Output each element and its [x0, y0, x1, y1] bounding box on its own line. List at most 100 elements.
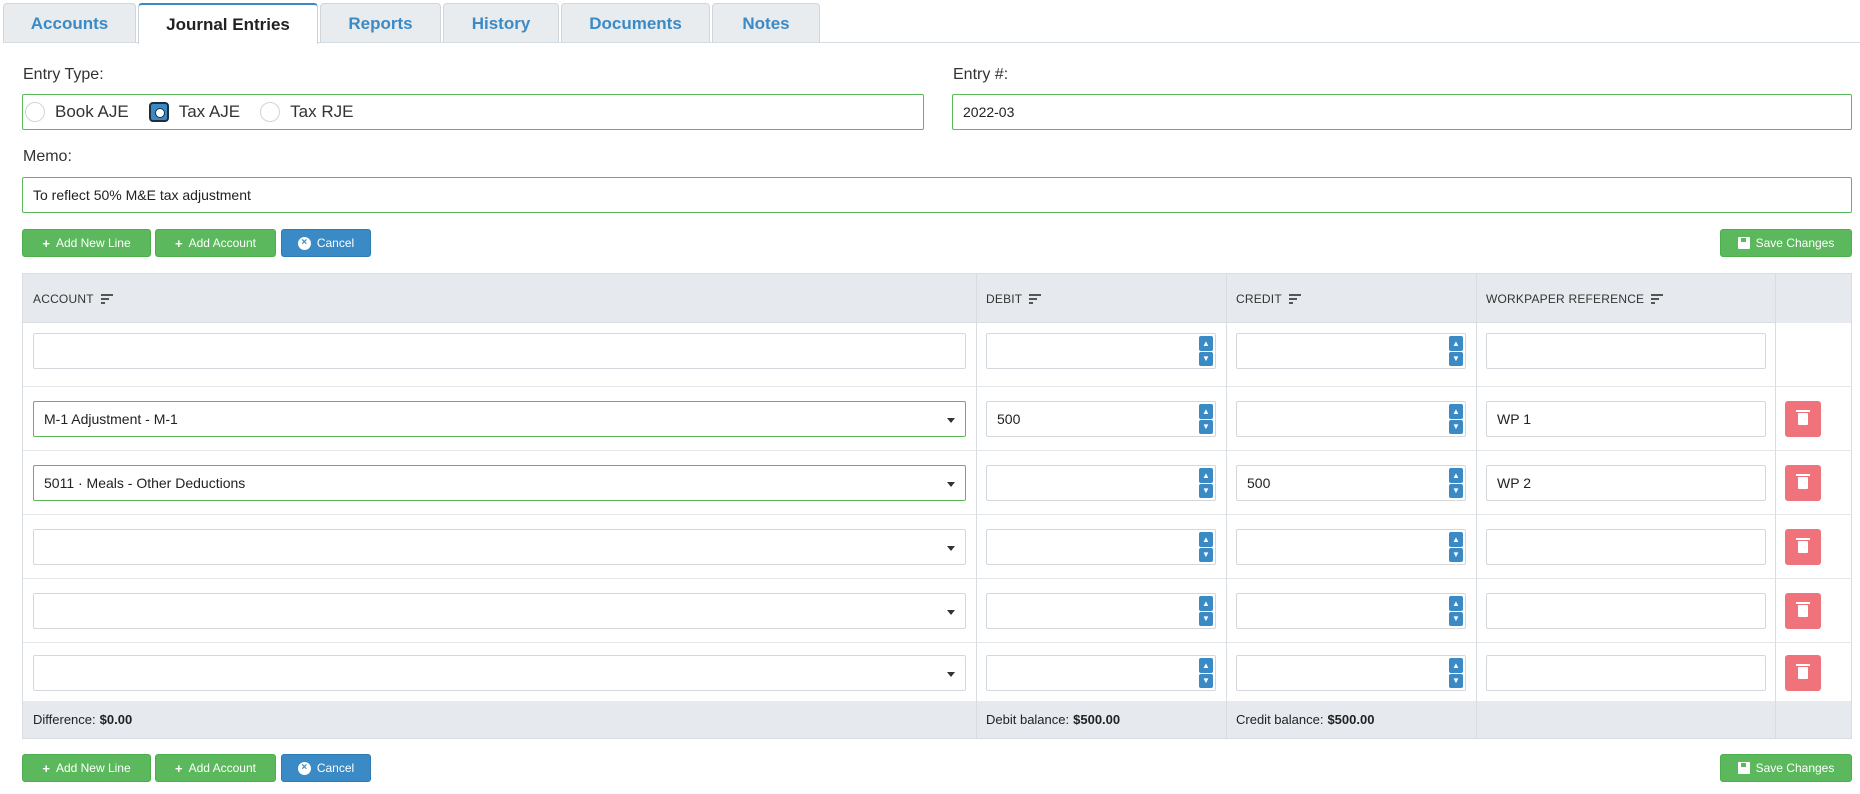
- col-debit-header[interactable]: DEBIT: [986, 274, 1042, 323]
- delete-row-button[interactable]: [1785, 465, 1821, 501]
- debit-input[interactable]: ▲ ▼: [986, 465, 1216, 501]
- sort-icon[interactable]: [100, 294, 113, 304]
- tab-history[interactable]: History: [443, 3, 559, 43]
- debit-filter-input[interactable]: ▲ ▼: [986, 333, 1216, 369]
- number-spinner[interactable]: ▲ ▼: [1449, 468, 1463, 498]
- chevron-up-icon[interactable]: ▲: [1199, 404, 1213, 419]
- credit-input[interactable]: ▲ ▼: [1236, 529, 1466, 565]
- chevron-down-icon[interactable]: ▼: [1449, 611, 1463, 626]
- radio-tax-aje[interactable]: Tax AJE: [148, 102, 240, 122]
- number-spinner[interactable]: ▲ ▼: [1199, 336, 1213, 366]
- credit-input[interactable]: ▲ ▼: [1236, 655, 1466, 691]
- account-select[interactable]: [33, 593, 966, 629]
- chevron-up-icon[interactable]: ▲: [1449, 596, 1463, 611]
- sort-icon[interactable]: [1651, 294, 1664, 304]
- account-select[interactable]: [33, 655, 966, 691]
- delete-row-button[interactable]: [1785, 401, 1821, 437]
- chevron-down-icon[interactable]: ▼: [1199, 483, 1213, 498]
- number-spinner[interactable]: ▲ ▼: [1449, 532, 1463, 562]
- radio-tax-rje[interactable]: Tax RJE: [260, 102, 353, 122]
- chevron-down-icon[interactable]: ▼: [1199, 611, 1213, 626]
- credit-filter-input[interactable]: ▲ ▼: [1236, 333, 1466, 369]
- number-spinner[interactable]: ▲ ▼: [1449, 336, 1463, 366]
- credit-input[interactable]: ▲ ▼: [1236, 401, 1466, 437]
- chevron-up-icon[interactable]: ▲: [1199, 658, 1213, 673]
- cancel-button-bottom[interactable]: × Cancel: [281, 754, 371, 782]
- radio-circle-tax-aje[interactable]: [148, 102, 169, 122]
- account-filter-input[interactable]: [33, 333, 966, 369]
- chevron-down-icon[interactable]: ▼: [1449, 351, 1463, 366]
- cancel-button[interactable]: × Cancel: [281, 229, 371, 257]
- chevron-up-icon[interactable]: ▲: [1449, 658, 1463, 673]
- chevron-down-icon[interactable]: ▼: [1199, 547, 1213, 562]
- add-new-line-button-bottom[interactable]: + Add New Line: [22, 754, 151, 782]
- col-account-header[interactable]: ACCOUNT: [33, 274, 113, 323]
- chevron-down-icon[interactable]: ▼: [1449, 673, 1463, 688]
- credit-input[interactable]: ▲ ▼: [1236, 593, 1466, 629]
- credit-input[interactable]: 500 ▲ ▼: [1236, 465, 1466, 501]
- chevron-up-icon[interactable]: ▲: [1449, 468, 1463, 483]
- add-new-line-button[interactable]: + Add New Line: [22, 229, 151, 257]
- tab-notes[interactable]: Notes: [712, 3, 820, 43]
- chevron-up-icon[interactable]: ▲: [1449, 336, 1463, 351]
- chevron-down-icon[interactable]: ▼: [1449, 483, 1463, 498]
- tab-reports[interactable]: Reports: [320, 3, 441, 43]
- number-spinner[interactable]: ▲ ▼: [1199, 596, 1213, 626]
- account-select[interactable]: 5011 · Meals - Other Deductions: [33, 465, 966, 501]
- debit-input[interactable]: ▲ ▼: [986, 529, 1216, 565]
- save-changes-button-bottom[interactable]: Save Changes: [1720, 754, 1852, 782]
- account-select[interactable]: [33, 529, 966, 565]
- tab-documents[interactable]: Documents: [561, 3, 710, 43]
- delete-row-button[interactable]: [1785, 655, 1821, 691]
- workpaper-input[interactable]: [1486, 593, 1766, 629]
- chevron-up-icon[interactable]: ▲: [1199, 336, 1213, 351]
- add-account-button-bottom[interactable]: + Add Account: [155, 754, 276, 782]
- workpaper-input[interactable]: WP 2: [1486, 465, 1766, 501]
- number-spinner[interactable]: ▲ ▼: [1449, 596, 1463, 626]
- delete-row-button[interactable]: [1785, 529, 1821, 565]
- sort-icon[interactable]: [1288, 294, 1301, 304]
- sort-icon[interactable]: [1029, 294, 1042, 304]
- chevron-up-icon[interactable]: ▲: [1199, 596, 1213, 611]
- debit-input[interactable]: 500 ▲ ▼: [986, 401, 1216, 437]
- tab-accounts[interactable]: Accounts: [3, 3, 136, 43]
- memo-field[interactable]: To reflect 50% M&E tax adjustment: [22, 177, 1852, 213]
- debit-input[interactable]: ▲ ▼: [986, 655, 1216, 691]
- number-spinner[interactable]: ▲ ▼: [1449, 404, 1463, 434]
- col-workpaper-header[interactable]: WORKPAPER REFERENCE: [1486, 274, 1664, 323]
- workpaper-input[interactable]: WP 1: [1486, 401, 1766, 437]
- account-select[interactable]: M-1 Adjustment - M-1: [33, 401, 966, 437]
- chevron-up-icon[interactable]: ▲: [1449, 532, 1463, 547]
- chevron-down-icon[interactable]: ▼: [1199, 351, 1213, 366]
- workpaper-input[interactable]: [1486, 529, 1766, 565]
- delete-row-button[interactable]: [1785, 593, 1821, 629]
- col-credit-header[interactable]: CREDIT: [1236, 274, 1301, 323]
- add-account-button[interactable]: + Add Account: [155, 229, 276, 257]
- number-spinner[interactable]: ▲ ▼: [1199, 532, 1213, 562]
- number-spinner[interactable]: ▲ ▼: [1199, 658, 1213, 688]
- caret-down-icon[interactable]: [947, 546, 955, 551]
- workpaper-input[interactable]: [1486, 655, 1766, 691]
- chevron-down-icon[interactable]: ▼: [1449, 419, 1463, 434]
- chevron-down-icon[interactable]: ▼: [1199, 673, 1213, 688]
- chevron-up-icon[interactable]: ▲: [1199, 468, 1213, 483]
- caret-down-icon[interactable]: [947, 672, 955, 677]
- debit-input[interactable]: ▲ ▼: [986, 593, 1216, 629]
- radio-book-aje[interactable]: Book AJE: [25, 102, 129, 122]
- chevron-up-icon[interactable]: ▲: [1199, 532, 1213, 547]
- caret-down-icon[interactable]: [947, 482, 955, 487]
- entry-number-field[interactable]: 2022-03: [952, 94, 1852, 130]
- tab-journal-entries[interactable]: Journal Entries: [138, 3, 318, 44]
- workpaper-filter-input[interactable]: [1486, 333, 1766, 369]
- number-spinner[interactable]: ▲ ▼: [1449, 658, 1463, 688]
- caret-down-icon[interactable]: [947, 610, 955, 615]
- radio-circle-book-aje[interactable]: [25, 102, 45, 122]
- number-spinner[interactable]: ▲ ▼: [1199, 404, 1213, 434]
- chevron-up-icon[interactable]: ▲: [1449, 404, 1463, 419]
- chevron-down-icon[interactable]: ▼: [1199, 419, 1213, 434]
- chevron-down-icon[interactable]: ▼: [1449, 547, 1463, 562]
- radio-circle-tax-rje[interactable]: [260, 102, 281, 122]
- number-spinner[interactable]: ▲ ▼: [1199, 468, 1213, 498]
- caret-down-icon[interactable]: [947, 418, 955, 423]
- save-changes-button[interactable]: Save Changes: [1720, 229, 1852, 257]
